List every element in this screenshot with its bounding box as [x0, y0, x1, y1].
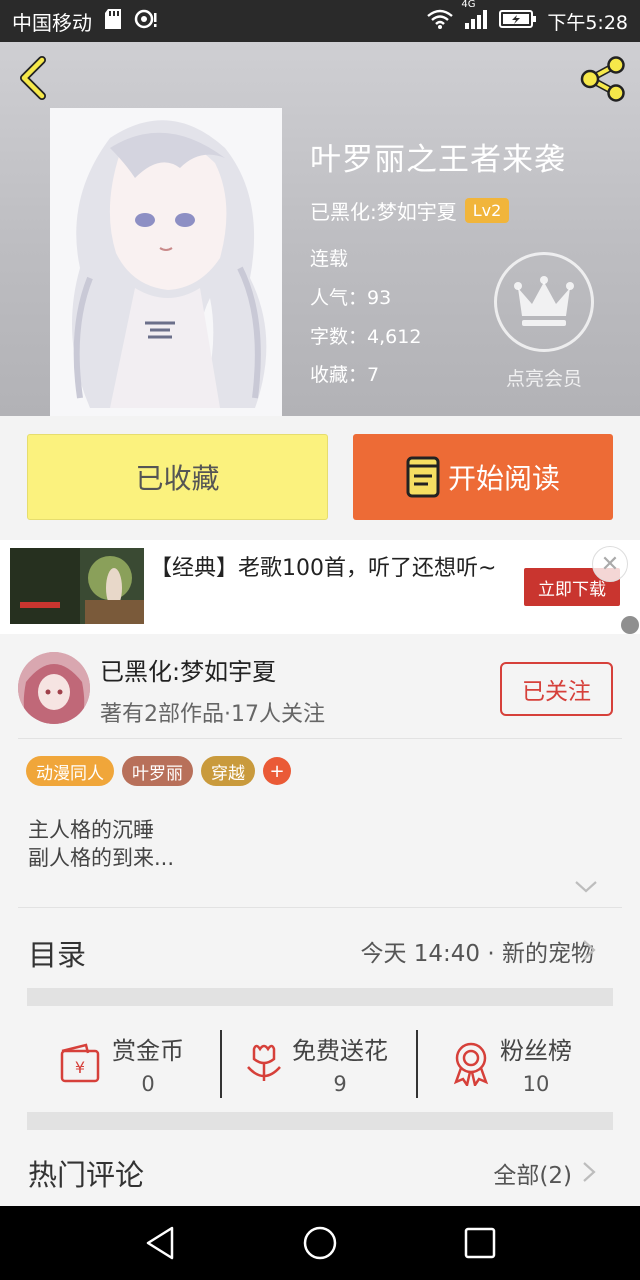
- book-icon: [406, 456, 440, 498]
- word-count-label: 字数：: [310, 326, 368, 348]
- divider: [220, 1030, 222, 1098]
- back-triangle-icon[interactable]: [142, 1224, 180, 1262]
- ad-banner[interactable]: 【经典】老歌100首，听了还想听~ 立即下载: [0, 540, 640, 634]
- toc-latest-chapter[interactable]: 今天 14:40 · 新的宠物: [360, 934, 594, 968]
- section-separator: [27, 1112, 613, 1130]
- divider: [18, 738, 622, 739]
- divider: [18, 907, 622, 908]
- follow-label: 已关注: [522, 679, 591, 705]
- hot-comments-label: 热门评论: [28, 1158, 145, 1192]
- svg-text:¥: ¥: [75, 1058, 85, 1077]
- signal-icon: 4G: [461, 0, 489, 34]
- favorite-button[interactable]: 已收藏: [27, 434, 328, 520]
- chevron-down-icon[interactable]: [574, 880, 598, 894]
- description-line: 副人格的到来...: [28, 846, 175, 870]
- avatar-image: [18, 652, 90, 724]
- stat-label: 赏金币: [112, 1036, 184, 1065]
- stat-value: 9: [333, 1071, 347, 1096]
- book-status: 连载: [310, 248, 349, 270]
- author-name[interactable]: 已黑化:梦如宇夏: [100, 652, 276, 687]
- plus-icon: +: [269, 760, 285, 782]
- favorites-label: 收藏：: [310, 364, 368, 386]
- clock: 下午5:28: [547, 11, 628, 34]
- flower-icon: [247, 1044, 281, 1081]
- tag-item[interactable]: 穿越: [201, 756, 255, 786]
- book-popularity: 人气：93: [310, 283, 391, 310]
- stat-value: 0: [141, 1071, 155, 1096]
- hotspot-icon: [134, 8, 158, 35]
- home-circle-icon[interactable]: [301, 1224, 339, 1262]
- send-flower-button[interactable]: 免费送花 9: [244, 1022, 388, 1104]
- sd-card-icon: [104, 8, 122, 35]
- description-line: 主人格的沉睡: [28, 818, 154, 842]
- vip-label[interactable]: 点亮会员: [494, 364, 594, 391]
- book-cover[interactable]: [50, 108, 282, 416]
- recents-square-icon[interactable]: [461, 1224, 499, 1262]
- close-icon: ✕: [600, 551, 620, 577]
- level-badge: Lv2: [464, 198, 510, 223]
- author-stats: 著有2部作品·17人关注: [100, 702, 325, 727]
- vip-button[interactable]: [494, 252, 594, 352]
- follow-button[interactable]: 已关注: [500, 662, 613, 716]
- fan-rank-button[interactable]: 粉丝榜 10: [450, 1022, 572, 1104]
- tag-item[interactable]: 动漫同人: [26, 756, 114, 786]
- battery-icon: [499, 9, 537, 34]
- toc-label[interactable]: 目录: [28, 932, 86, 974]
- stat-label: 粉丝榜: [500, 1036, 572, 1065]
- back-button[interactable]: [14, 56, 54, 100]
- ad-thumbnail[interactable]: [10, 548, 144, 624]
- reward-coin-button[interactable]: ¥ 赏金币 0: [58, 1022, 184, 1104]
- ad-image: [10, 548, 144, 624]
- status-bar: 中国移动 4G 下午5:28: [0, 0, 640, 42]
- start-reading-label: 开始阅读: [447, 462, 560, 495]
- tag-list: 动漫同人 叶罗丽 穿越 +: [26, 756, 291, 786]
- tag-item[interactable]: 叶罗丽: [122, 756, 193, 786]
- book-favorites: 收藏：7: [310, 360, 379, 387]
- popularity-label: 人气：: [310, 287, 368, 309]
- book-word-count: 字数：4,612: [310, 322, 421, 349]
- book-author[interactable]: 已黑化:梦如宇夏: [310, 196, 457, 225]
- wifi-icon: [427, 9, 454, 34]
- all-comments-link[interactable]: 全部(2): [493, 1156, 572, 1190]
- add-tag-button[interactable]: +: [263, 757, 291, 785]
- section-separator: [27, 988, 613, 1006]
- cover-illustration: [50, 108, 282, 416]
- stat-value: 10: [522, 1071, 550, 1096]
- divider: [416, 1030, 418, 1098]
- start-reading-button[interactable]: 开始阅读: [353, 434, 613, 520]
- ad-close-button[interactable]: ✕: [592, 546, 628, 582]
- ad-text[interactable]: 【经典】老歌100首，听了还想听~: [150, 554, 500, 584]
- stats-row: ¥ 赏金币 0 免费送花 9 粉丝榜 10: [0, 1022, 640, 1104]
- chevron-right-icon[interactable]: [582, 1161, 596, 1183]
- avatar[interactable]: [18, 652, 90, 724]
- popularity-value: 93: [367, 287, 392, 309]
- carrier-name: 中国移动: [12, 10, 92, 35]
- chevron-right-icon[interactable]: [582, 939, 596, 961]
- action-bar: 已收藏 开始阅读: [0, 416, 640, 540]
- network-type: 4G: [461, 0, 476, 10]
- crown-icon: [514, 276, 574, 326]
- ad-mark-icon: [621, 616, 639, 634]
- chevron-left-icon: [20, 56, 46, 100]
- system-nav-bar: [0, 1206, 640, 1280]
- favorite-label: 已收藏: [135, 462, 220, 495]
- book-description[interactable]: 主人格的沉睡 副人格的到来...: [28, 816, 174, 872]
- share-icon: [580, 56, 625, 102]
- info-card: 已黑化:梦如宇夏 著有2部作品·17人关注 已关注 动漫同人 叶罗丽 穿越 + …: [0, 634, 640, 1206]
- favorites-value: 7: [367, 364, 380, 386]
- share-button[interactable]: [578, 56, 628, 102]
- ribbon-medal-icon: [453, 1042, 489, 1086]
- reward-coin-icon: ¥: [60, 1043, 100, 1083]
- word-count-value: 4,612: [367, 326, 422, 348]
- book-author-line: 已黑化:梦如宇夏 Lv2: [310, 196, 510, 225]
- book-title: 叶罗丽之王者来袭: [310, 142, 566, 178]
- stat-label: 免费送花: [292, 1036, 388, 1065]
- book-header: 叶罗丽之王者来袭 已黑化:梦如宇夏 Lv2 连载 人气：93 字数：4,612 …: [0, 42, 640, 416]
